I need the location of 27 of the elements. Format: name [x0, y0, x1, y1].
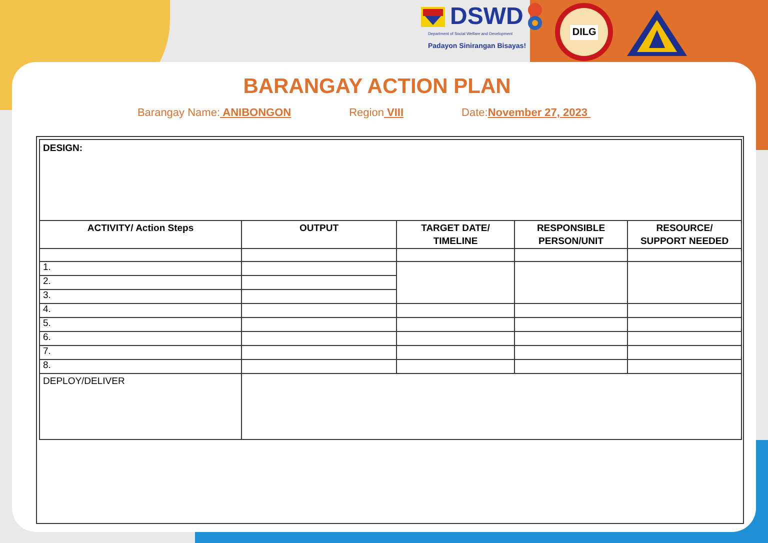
step-number: 5.	[40, 317, 242, 331]
step-number: 2.	[40, 275, 242, 289]
step-number: 8.	[40, 359, 242, 373]
design-label: DESIGN:	[40, 139, 742, 220]
shield-logo-icon	[420, 6, 446, 28]
field-value: VIII	[386, 106, 404, 121]
step-number: 3.	[40, 289, 242, 303]
column-header: TARGET DATE/ TIMELINE	[396, 220, 514, 248]
logo-wordmark: DSWD	[450, 5, 524, 29]
triangle-logo-icon	[625, 8, 690, 58]
field-label: Region	[349, 106, 384, 121]
column-header: ACTIVITY/ Action Steps	[40, 220, 242, 248]
page-title: BARANGAY ACTION PLAN	[242, 76, 512, 97]
step-number: 6.	[40, 331, 242, 345]
column-header: OUTPUT	[242, 220, 396, 248]
field-label: Barangay Name:	[137, 106, 220, 121]
deploy-label: DEPLOY/DELIVER	[40, 373, 242, 439]
field-label: Date:	[462, 106, 488, 121]
logo-text: DILG	[570, 24, 598, 40]
step-number: 4.	[40, 303, 242, 317]
column-header: RESPONSIBLE PERSON/UNIT	[514, 220, 628, 248]
step-number: 1.	[40, 261, 242, 275]
emblem-icon	[527, 2, 544, 32]
field-value: ANIBONGON	[222, 106, 292, 121]
field-value: November 27, 2023	[488, 106, 588, 121]
step-number: 7.	[40, 345, 242, 359]
column-header: RESOURCE/ SUPPORT NEEDED	[628, 220, 742, 248]
